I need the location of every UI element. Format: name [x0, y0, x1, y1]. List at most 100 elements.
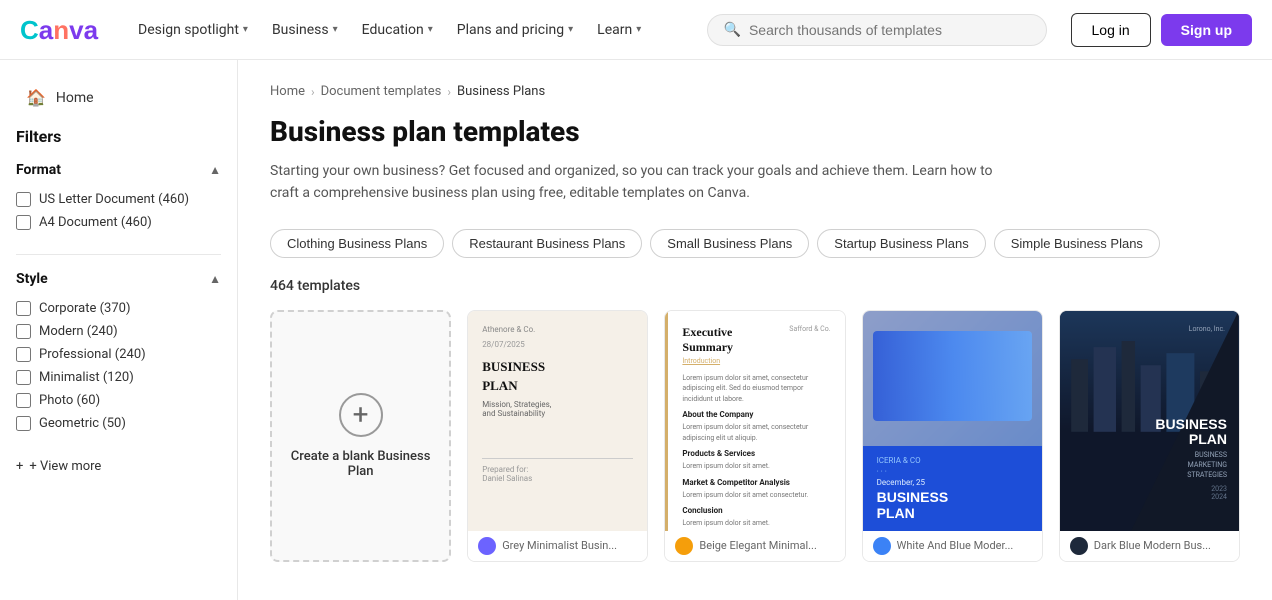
filter-label-geometric: Geometric (50) [39, 416, 126, 431]
template-footer-3: White And Blue Moder... [863, 531, 1042, 561]
format-section-title: Format [16, 162, 61, 178]
svg-text:Canva: Canva [20, 15, 99, 45]
format-section-header[interactable]: Format ▲ [16, 162, 221, 178]
template-footer-1: Grey Minimalist Busin... [468, 531, 647, 561]
templates-grid: + Create a blank Business Plan Athenore … [270, 310, 1240, 562]
create-blank-card[interactable]: + Create a blank Business Plan [270, 310, 451, 562]
sidebar-home-label: Home [56, 90, 94, 106]
filter-label-us-letter: US Letter Document (460) [39, 192, 189, 207]
filter-checkbox-corporate[interactable] [16, 301, 31, 316]
filter-label-professional: Professional (240) [39, 347, 146, 362]
create-blank-label: Create a blank Business Plan [272, 449, 449, 479]
filter-checkbox-modern[interactable] [16, 324, 31, 339]
template-avatar-2 [675, 537, 693, 555]
template-name-1: Grey Minimalist Busin... [502, 539, 617, 552]
style-toggle-icon: ▲ [209, 272, 221, 286]
filter-option-geometric[interactable]: Geometric (50) [16, 412, 221, 435]
sidebar-home[interactable]: 🏠 Home [16, 80, 221, 115]
tag-startup[interactable]: Startup Business Plans [817, 229, 985, 258]
filter-checkbox-us-letter[interactable] [16, 192, 31, 207]
category-tags: Clothing Business Plans Restaurant Busin… [270, 229, 1240, 258]
filter-option-a4[interactable]: A4 Document (460) [16, 211, 221, 234]
preview-company-1: Athenore & Co. [482, 325, 633, 334]
filter-option-professional[interactable]: Professional (240) [16, 343, 221, 366]
nav-education[interactable]: Education ▾ [352, 16, 443, 44]
login-button[interactable]: Log in [1071, 13, 1151, 47]
main-nav: Design spotlight ▾ Business ▾ Education … [128, 16, 699, 44]
template-preview-4: Lorono, Inc. BUSINESS PLAN BUSINESSMARKE… [1060, 311, 1239, 531]
create-blank-plus-icon: + [339, 393, 383, 437]
style-section-title: Style [16, 271, 48, 287]
template-card-4[interactable]: Lorono, Inc. BUSINESS PLAN BUSINESSMARKE… [1059, 310, 1240, 562]
breadcrumb: Home › Document templates › Business Pla… [270, 84, 1240, 99]
style-filter-section: Style ▲ Corporate (370) Modern (240) Pro… [16, 271, 221, 435]
breadcrumb-sep-2: › [447, 85, 451, 99]
template-footer-2: Beige Elegant Minimal... [665, 531, 844, 561]
filter-option-minimalist[interactable]: Minimalist (120) [16, 366, 221, 389]
template-preview-3: ICERIA & CO · · · December, 25 BUSINESS … [863, 311, 1042, 531]
filter-checkbox-photo[interactable] [16, 393, 31, 408]
template-count: 464 templates [270, 278, 1240, 294]
template-card-3[interactable]: ICERIA & CO · · · December, 25 BUSINESS … [862, 310, 1043, 562]
nav-design-spotlight[interactable]: Design spotlight ▾ [128, 16, 258, 44]
filter-option-modern[interactable]: Modern (240) [16, 320, 221, 343]
template-avatar-3 [873, 537, 891, 555]
view-more-button[interactable]: + + View more [16, 455, 221, 478]
filter-option-corporate[interactable]: Corporate (370) [16, 297, 221, 320]
chevron-down-icon: ▾ [568, 24, 573, 35]
filter-checkbox-geometric[interactable] [16, 416, 31, 431]
filters-title: Filters [16, 127, 221, 146]
chevron-down-icon: ▾ [636, 24, 641, 35]
template-avatar-1 [478, 537, 496, 555]
template-card-1[interactable]: Athenore & Co. 28/07/2025 BUSINESS PLAN … [467, 310, 648, 562]
filter-divider [16, 254, 221, 255]
tag-clothing[interactable]: Clothing Business Plans [270, 229, 444, 258]
filter-checkbox-a4[interactable] [16, 215, 31, 230]
template-card-2[interactable]: Executive Summary Introduction Safford &… [664, 310, 845, 562]
template-preview-2: Executive Summary Introduction Safford &… [665, 311, 844, 531]
filter-checkbox-minimalist[interactable] [16, 370, 31, 385]
format-toggle-icon: ▲ [209, 163, 221, 177]
main-layout: 🏠 Home Filters Format ▲ US Letter Docume… [0, 60, 1272, 600]
filter-label-corporate: Corporate (370) [39, 301, 130, 316]
template-preview-1: Athenore & Co. 28/07/2025 BUSINESS PLAN … [468, 311, 647, 531]
filter-label-modern: Modern (240) [39, 324, 118, 339]
page-title: Business plan templates [270, 115, 1240, 148]
view-more-label: + View more [29, 459, 101, 474]
breadcrumb-document-templates[interactable]: Document templates [321, 84, 442, 99]
header: Canva Design spotlight ▾ Business ▾ Educ… [0, 0, 1272, 60]
format-filter-section: Format ▲ US Letter Document (460) A4 Doc… [16, 162, 221, 234]
nav-plans-pricing[interactable]: Plans and pricing ▾ [447, 16, 583, 44]
chevron-down-icon: ▾ [333, 24, 338, 35]
signup-button[interactable]: Sign up [1161, 14, 1252, 46]
breadcrumb-home[interactable]: Home [270, 84, 305, 99]
filter-label-photo: Photo (60) [39, 393, 100, 408]
style-section-header[interactable]: Style ▲ [16, 271, 221, 287]
breadcrumb-current: Business Plans [457, 84, 545, 99]
template-name-4: Dark Blue Modern Bus... [1094, 539, 1211, 552]
template-avatar-4 [1070, 537, 1088, 555]
breadcrumb-sep-1: › [311, 85, 315, 99]
search-input[interactable] [749, 22, 1030, 38]
sidebar: 🏠 Home Filters Format ▲ US Letter Docume… [0, 60, 238, 600]
tag-simple[interactable]: Simple Business Plans [994, 229, 1160, 258]
filter-checkbox-professional[interactable] [16, 347, 31, 362]
home-icon: 🏠 [26, 88, 46, 107]
header-actions: Log in Sign up [1071, 13, 1252, 47]
filter-option-us-letter[interactable]: US Letter Document (460) [16, 188, 221, 211]
filter-label-a4: A4 Document (460) [39, 215, 152, 230]
filter-option-photo[interactable]: Photo (60) [16, 389, 221, 412]
template-name-3: White And Blue Moder... [897, 539, 1014, 552]
tag-restaurant[interactable]: Restaurant Business Plans [452, 229, 642, 258]
plus-icon: + [16, 459, 23, 474]
filter-label-minimalist: Minimalist (120) [39, 370, 134, 385]
search-icon: 🔍 [724, 22, 741, 38]
tag-small[interactable]: Small Business Plans [650, 229, 809, 258]
nav-learn[interactable]: Learn ▾ [587, 16, 651, 44]
nav-business[interactable]: Business ▾ [262, 16, 348, 44]
main-content: Home › Document templates › Business Pla… [238, 60, 1272, 600]
template-name-2: Beige Elegant Minimal... [699, 539, 816, 552]
page-description: Starting your own business? Get focused … [270, 160, 1020, 205]
canva-logo[interactable]: Canva [20, 15, 100, 45]
template-footer-4: Dark Blue Modern Bus... [1060, 531, 1239, 561]
